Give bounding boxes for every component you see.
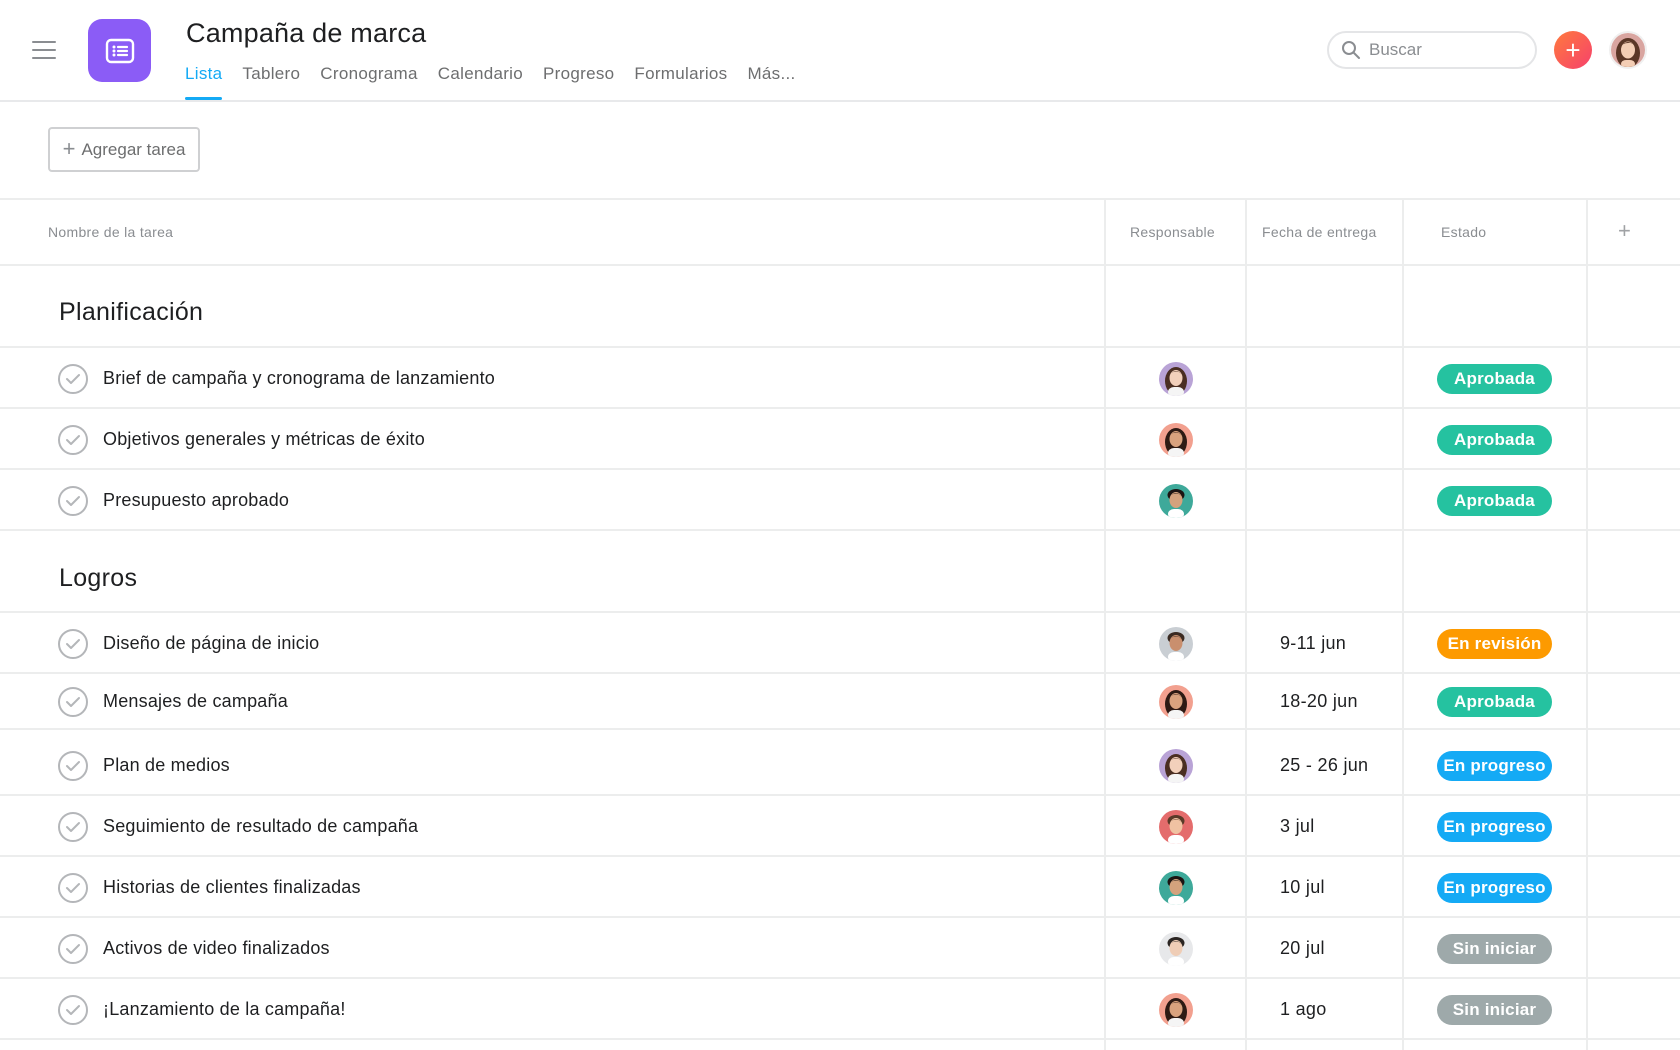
task-row[interactable]: Presupuesto aprobado Aprobada bbox=[0, 470, 1680, 531]
status-badge[interactable]: Sin iniciar bbox=[1437, 933, 1552, 964]
checkmark-icon bbox=[66, 434, 80, 445]
status-badge[interactable]: En revisión bbox=[1437, 628, 1552, 659]
assignee-avatar[interactable] bbox=[1159, 809, 1193, 844]
top-bar: Campaña de marca Lista Tablero Cronogram… bbox=[0, 0, 1680, 102]
assignee-avatar[interactable] bbox=[1159, 685, 1193, 719]
complete-task-checkbox[interactable] bbox=[58, 933, 88, 964]
task-row[interactable]: Historias de clientes finalizadas 10 jul… bbox=[0, 857, 1680, 918]
task-table: Nombre de la tarea Responsable Fecha de … bbox=[0, 198, 1680, 1050]
tab-lista[interactable]: Lista bbox=[185, 62, 232, 100]
complete-task-checkbox[interactable] bbox=[58, 811, 88, 842]
assignee-avatar[interactable] bbox=[1159, 361, 1193, 396]
due-date[interactable]: 18-20 jun bbox=[1280, 691, 1358, 712]
search-box[interactable] bbox=[1327, 31, 1537, 69]
tab-tablero[interactable]: Tablero bbox=[232, 62, 310, 100]
status-badge[interactable]: En progreso bbox=[1437, 750, 1552, 781]
column-header-assignee[interactable]: Responsable bbox=[1130, 224, 1215, 240]
status-badge[interactable]: Aprobada bbox=[1437, 485, 1552, 516]
add-column-button[interactable]: + bbox=[1618, 218, 1631, 244]
assignee-avatar[interactable] bbox=[1159, 422, 1193, 457]
task-name[interactable]: Activos de video finalizados bbox=[103, 938, 330, 959]
task-name[interactable]: Seguimiento de resultado de campaña bbox=[103, 816, 418, 837]
task-row[interactable]: Activos de video finalizados 20 jul Sin i… bbox=[0, 918, 1680, 979]
status-badge[interactable]: En progreso bbox=[1437, 872, 1552, 903]
view-tabs: Lista Tablero Cronograma Calendario Prog… bbox=[185, 62, 806, 100]
due-date[interactable]: 20 jul bbox=[1280, 938, 1325, 959]
assignee-avatar[interactable] bbox=[1159, 931, 1193, 966]
status-badge[interactable]: Aprobada bbox=[1437, 424, 1552, 455]
search-input[interactable] bbox=[1369, 40, 1519, 60]
complete-task-checkbox[interactable] bbox=[58, 687, 88, 717]
search-icon bbox=[1342, 41, 1360, 59]
complete-task-checkbox[interactable] bbox=[58, 628, 88, 659]
status-badge[interactable]: En progreso bbox=[1437, 811, 1552, 842]
project-title: Campaña de marca bbox=[186, 18, 427, 48]
section-title: Planificación bbox=[59, 298, 204, 326]
complete-task-checkbox[interactable] bbox=[58, 994, 88, 1025]
add-task-button[interactable]: + Agregar tarea bbox=[48, 127, 200, 172]
task-name[interactable]: Historias de clientes finalizadas bbox=[103, 877, 361, 898]
column-header-name[interactable]: Nombre de la tarea bbox=[48, 224, 173, 240]
due-date[interactable]: 1 ago bbox=[1280, 999, 1327, 1020]
status-badge[interactable]: Aprobada bbox=[1437, 687, 1552, 717]
task-name[interactable]: Mensajes de campaña bbox=[103, 691, 288, 712]
task-row[interactable]: Objetivos generales y métricas de éxito … bbox=[0, 409, 1680, 470]
due-date[interactable]: 10 jul bbox=[1280, 877, 1325, 898]
checkmark-icon bbox=[66, 821, 80, 832]
task-row[interactable]: Plan de medios 25 - 26 jun En progreso bbox=[0, 735, 1680, 796]
task-name[interactable]: Presupuesto aprobado bbox=[103, 490, 289, 511]
complete-task-checkbox[interactable] bbox=[58, 424, 88, 455]
plus-icon: + bbox=[62, 135, 76, 161]
quick-add-button[interactable]: + bbox=[1554, 31, 1592, 69]
checkmark-icon bbox=[66, 495, 80, 506]
complete-task-checkbox[interactable] bbox=[58, 485, 88, 516]
due-date[interactable]: 3 jul bbox=[1280, 816, 1315, 837]
checkmark-icon bbox=[66, 697, 80, 707]
assignee-avatar[interactable] bbox=[1159, 870, 1193, 905]
assignee-avatar[interactable] bbox=[1159, 626, 1193, 661]
task-row[interactable]: ¡Lanzamiento de la campaña! 1 ago Sin ini… bbox=[0, 979, 1680, 1040]
task-row[interactable]: Brief de campaña y cronograma de lanzami… bbox=[0, 348, 1680, 409]
task-name[interactable]: Objetivos generales y métricas de éxito bbox=[103, 429, 425, 450]
complete-task-checkbox[interactable] bbox=[58, 872, 88, 903]
tab-progreso[interactable]: Progreso bbox=[533, 62, 624, 100]
complete-task-checkbox[interactable] bbox=[58, 750, 88, 781]
task-row[interactable]: Diseño de página de inicio 9-11 jun En re… bbox=[0, 613, 1680, 674]
checkmark-icon bbox=[66, 882, 80, 893]
checkmark-icon bbox=[66, 638, 80, 649]
complete-task-checkbox[interactable] bbox=[58, 363, 88, 394]
section-header[interactable]: Logros bbox=[0, 531, 1680, 613]
assignee-avatar[interactable] bbox=[1159, 748, 1193, 783]
checkmark-icon bbox=[66, 373, 80, 384]
task-row[interactable]: Seguimiento de resultado de campaña 3 ju… bbox=[0, 796, 1680, 857]
checkmark-icon bbox=[66, 943, 80, 954]
tab-cronograma[interactable]: Cronograma bbox=[310, 62, 428, 100]
tab-mas[interactable]: Más... bbox=[737, 62, 805, 100]
checkmark-icon bbox=[66, 1004, 80, 1015]
user-avatar[interactable] bbox=[1609, 31, 1647, 69]
tab-calendario[interactable]: Calendario bbox=[428, 62, 533, 100]
add-task-label: Agregar tarea bbox=[81, 139, 186, 159]
due-date[interactable]: 25 - 26 jun bbox=[1280, 755, 1368, 776]
task-row[interactable]: Mensajes de campaña 18-20 jun Aprobada bbox=[0, 674, 1680, 730]
section-header[interactable]: Planificación bbox=[0, 266, 1680, 348]
task-name[interactable]: Brief de campaña y cronograma de lanzami… bbox=[103, 368, 495, 389]
task-name[interactable]: Plan de medios bbox=[103, 755, 230, 776]
assignee-avatar[interactable] bbox=[1159, 483, 1193, 518]
table-header: Nombre de la tarea Responsable Fecha de … bbox=[0, 200, 1680, 266]
column-header-due-date[interactable]: Fecha de entrega bbox=[1262, 224, 1377, 240]
checkmark-icon bbox=[66, 760, 80, 771]
menu-icon[interactable] bbox=[32, 40, 56, 60]
tab-formularios[interactable]: Formularios bbox=[624, 62, 737, 100]
assignee-avatar[interactable] bbox=[1159, 992, 1193, 1027]
status-badge[interactable]: Sin iniciar bbox=[1437, 994, 1552, 1025]
section-title: Logros bbox=[59, 564, 138, 592]
task-name[interactable]: ¡Lanzamiento de la campaña! bbox=[103, 999, 346, 1020]
task-name[interactable]: Diseño de página de inicio bbox=[103, 633, 319, 654]
project-list-icon[interactable] bbox=[88, 19, 151, 82]
column-header-status[interactable]: Estado bbox=[1441, 224, 1486, 240]
status-badge[interactable]: Aprobada bbox=[1437, 363, 1552, 394]
due-date[interactable]: 9-11 jun bbox=[1280, 633, 1346, 654]
